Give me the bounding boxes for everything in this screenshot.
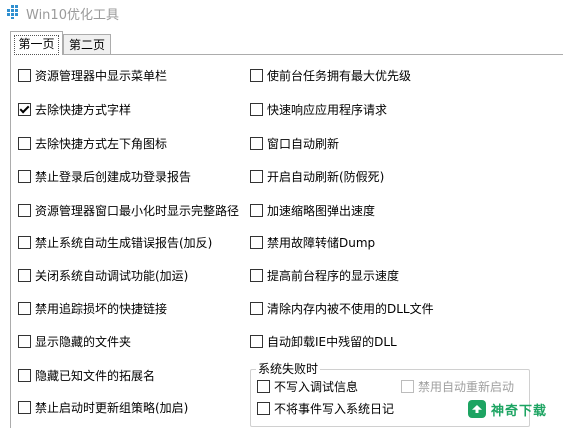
checkbox-label: 不将事件写入系统日记 xyxy=(274,401,395,416)
checkbox-option[interactable]: 快速响应应用程序请求 xyxy=(250,100,387,118)
checkbox-option[interactable]: 窗口自动刷新 xyxy=(250,134,339,152)
checkbox-label: 开启自动刷新(防假死) xyxy=(267,169,385,184)
checkbox-option[interactable]: 禁止登录后创建成功登录报告 xyxy=(18,167,191,185)
checkbox-option[interactable]: 显示隐藏的文件夹 xyxy=(18,332,131,350)
checkbox-box[interactable] xyxy=(18,169,31,183)
checkbox-box[interactable] xyxy=(250,203,263,217)
tab-page-1[interactable]: 第一页 xyxy=(10,31,63,55)
checkbox-option[interactable]: 资源管理器中显示菜单栏 xyxy=(18,66,167,84)
checkbox-option[interactable]: 自动卸载IE中残留的DLL xyxy=(250,332,397,350)
watermark: 神奇下载 xyxy=(468,394,560,424)
download-logo-icon xyxy=(468,400,486,418)
checkbox-box[interactable] xyxy=(250,334,263,348)
checkbox-box[interactable] xyxy=(18,235,31,249)
checkbox-label: 自动卸载IE中残留的DLL xyxy=(267,334,397,349)
checkbox-box[interactable] xyxy=(18,368,31,382)
checkbox-option[interactable]: 加速缩略图弹出速度 xyxy=(250,201,375,219)
checkbox-option[interactable]: 关闭系统自动调试功能(加运) xyxy=(18,266,188,284)
checkbox-label: 资源管理器窗口最小化时显示完整路径 xyxy=(35,203,240,218)
checkbox-option[interactable]: 资源管理器窗口最小化时显示完整路径 xyxy=(18,201,239,219)
checkbox-box[interactable] xyxy=(18,136,31,150)
checkbox-label: 使前台任务拥有最大优先级 xyxy=(267,68,412,83)
checkbox-box[interactable] xyxy=(18,203,31,217)
title-bar: Win10优化工具 xyxy=(0,0,563,28)
checkbox-option[interactable]: 禁用故障转储Dump xyxy=(250,233,375,251)
checkbox-label: 快速响应应用程序请求 xyxy=(267,102,388,117)
checkbox-option[interactable]: 使前台任务拥有最大优先级 xyxy=(250,66,411,84)
checkbox-label: 禁止登录后创建成功登录报告 xyxy=(35,169,192,184)
checkbox-option[interactable]: 清除内存内被不使用的DLL文件 xyxy=(250,299,434,317)
checkbox-label: 禁用追踪损坏的快捷链接 xyxy=(35,301,168,316)
tab-page-2-label: 第二页 xyxy=(68,38,105,52)
checkbox-box[interactable] xyxy=(250,235,263,249)
checkbox-box[interactable] xyxy=(18,301,31,315)
checkbox-box[interactable] xyxy=(18,268,31,282)
checkbox-label: 隐藏已知文件的拓展名 xyxy=(35,368,156,383)
checkbox-option[interactable]: 去除快捷方式字样 xyxy=(18,100,131,118)
checkbox-label: 加速缩略图弹出速度 xyxy=(267,203,376,218)
checkbox-box[interactable] xyxy=(257,379,270,393)
checkbox-label: 禁用自动重新启动 xyxy=(418,379,515,394)
checkbox-box[interactable] xyxy=(250,169,263,183)
checkbox-box[interactable] xyxy=(257,401,270,415)
checkbox-label: 清除内存内被不使用的DLL文件 xyxy=(267,301,434,316)
checkbox-label: 资源管理器中显示菜单栏 xyxy=(35,68,168,83)
checkbox-label: 显示隐藏的文件夹 xyxy=(35,334,132,349)
checkbox-option[interactable]: 禁用追踪损坏的快捷链接 xyxy=(18,299,167,317)
checkbox-box-disabled xyxy=(401,379,414,393)
window-title: Win10优化工具 xyxy=(26,8,119,23)
checkbox-option[interactable]: 隐藏已知文件的拓展名 xyxy=(18,366,155,384)
checkbox-box[interactable] xyxy=(250,136,263,150)
tab-page-1-label: 第一页 xyxy=(18,37,55,51)
checkbox-box[interactable] xyxy=(18,334,31,348)
watermark-text: 神奇下载 xyxy=(491,403,548,419)
checkbox-option[interactable]: 禁止系统自动生成错误报告(加反) xyxy=(18,233,212,251)
checkbox-box[interactable] xyxy=(250,301,263,315)
checkbox-box[interactable] xyxy=(250,102,263,116)
checkbox-label: 禁用故障转储Dump xyxy=(267,235,376,250)
checkbox-option[interactable]: 开启自动刷新(防假死) xyxy=(250,167,384,185)
checkbox-option[interactable]: 不将事件写入系统日记 xyxy=(257,399,394,417)
checkbox-option[interactable]: 不写入调试信息 xyxy=(257,377,358,395)
checkbox-option[interactable]: 提高前台程序的显示速度 xyxy=(250,266,399,284)
app-grid-icon xyxy=(7,5,19,19)
tab-page-2[interactable]: 第二页 xyxy=(63,34,111,54)
checkbox-label: 提高前台程序的显示速度 xyxy=(267,268,400,283)
checkbox-option[interactable]: 去除快捷方式左下角图标 xyxy=(18,134,167,152)
checkbox-label: 去除快捷方式左下角图标 xyxy=(35,136,168,151)
checkbox-box[interactable] xyxy=(18,68,31,82)
checkbox-label: 窗口自动刷新 xyxy=(267,136,340,151)
checkbox-label: 禁止启动时更新组策略(加启) xyxy=(35,400,189,415)
checkbox-label: 关闭系统自动调试功能(加运) xyxy=(35,268,189,283)
checkbox-option[interactable]: 禁止启动时更新组策略(加启) xyxy=(18,398,188,416)
checkbox-box[interactable] xyxy=(18,400,31,414)
checkbox-option-disabled: 禁用自动重新启动 xyxy=(401,377,514,395)
checkbox-label: 不写入调试信息 xyxy=(274,379,359,394)
checkbox-box[interactable] xyxy=(250,68,263,82)
checkbox-box[interactable] xyxy=(250,268,263,282)
group-title: 系统失败时 xyxy=(256,362,321,376)
checkbox-box-checked[interactable] xyxy=(18,102,31,116)
checkbox-label: 禁止系统自动生成错误报告(加反) xyxy=(35,235,213,250)
checkbox-label: 去除快捷方式字样 xyxy=(35,102,132,117)
